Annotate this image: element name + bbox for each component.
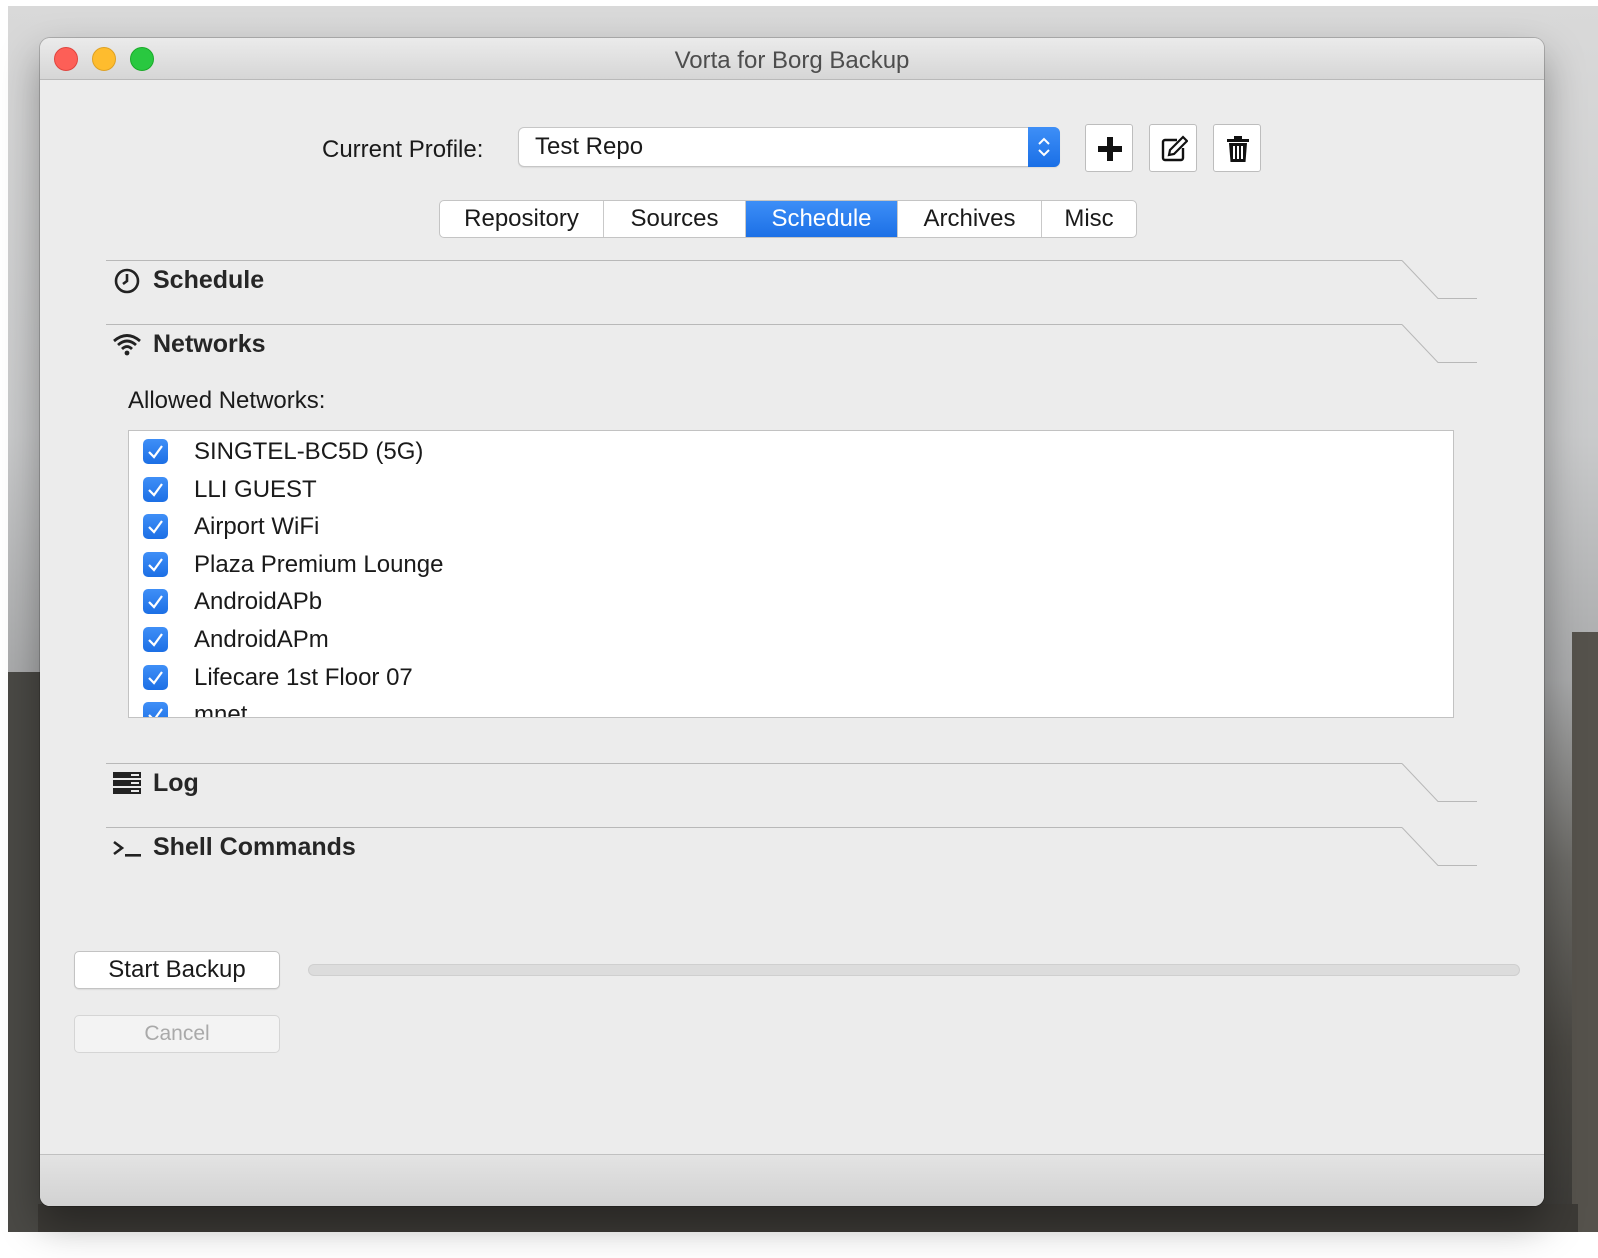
section-shell-commands-header[interactable]: Shell Commands <box>106 827 1478 869</box>
background-building <box>1572 632 1598 1232</box>
tab-sources[interactable]: Sources <box>604 201 746 237</box>
network-checkbox[interactable] <box>143 477 168 502</box>
section-corner-decoration <box>1401 260 1477 299</box>
section-networks-header[interactable]: Networks <box>106 324 1478 366</box>
network-name: LLI GUEST <box>194 476 317 503</box>
network-checkbox[interactable] <box>143 665 168 690</box>
network-checkbox[interactable] <box>143 514 168 539</box>
section-networks-label: Networks <box>153 330 266 358</box>
allowed-networks-label: Allowed Networks: <box>128 387 326 414</box>
trash-icon <box>1227 136 1249 162</box>
select-stepper-icon <box>1028 127 1060 167</box>
terminal-icon <box>113 840 141 857</box>
section-divider <box>106 260 1402 261</box>
app-window: Vorta for Borg Backup Current Profile: T… <box>40 38 1544 1206</box>
network-name: Lifecare 1st Floor 07 <box>194 664 413 691</box>
tab-repository[interactable]: Repository <box>440 201 604 237</box>
plus-icon <box>1098 137 1122 161</box>
checkmark-icon <box>148 445 163 459</box>
section-log-label: Log <box>153 769 199 797</box>
tab-archives[interactable]: Archives <box>898 201 1042 237</box>
current-profile-label: Current Profile: <box>322 136 484 163</box>
log-icon <box>113 772 141 794</box>
checkmark-icon <box>148 708 163 717</box>
section-schedule-header[interactable]: Schedule <box>106 260 1478 302</box>
start-backup-button[interactable]: Start Backup <box>74 951 280 989</box>
profile-select-value: Test Repo <box>535 133 644 160</box>
wifi-icon <box>113 334 141 356</box>
network-name: AndroidAPb <box>194 588 323 615</box>
network-checkbox[interactable] <box>143 552 168 577</box>
checkmark-icon <box>148 671 163 685</box>
main-tab-bar: Repository Sources Schedule Archives Mis… <box>439 200 1137 238</box>
checkmark-icon <box>148 633 163 647</box>
section-corner-decoration <box>1401 827 1477 866</box>
add-profile-button[interactable] <box>1085 124 1133 172</box>
status-bar <box>40 1154 1544 1206</box>
section-log-header[interactable]: Log <box>106 763 1478 805</box>
checkmark-icon <box>148 558 163 572</box>
network-name: SINGTEL-BC5D (5G) <box>194 438 424 465</box>
tab-misc[interactable]: Misc <box>1042 201 1136 237</box>
tab-schedule[interactable]: Schedule <box>746 201 898 237</box>
network-checkbox[interactable] <box>143 589 168 614</box>
window-title: Vorta for Borg Backup <box>674 47 910 74</box>
title-bar[interactable]: Vorta for Borg Backup <box>40 38 1544 80</box>
network-name: Airport WiFi <box>194 513 320 540</box>
network-name: mnet <box>194 701 248 718</box>
background-skyline <box>38 1204 1578 1232</box>
allowed-networks-list[interactable]: SINGTEL-BC5D (5G) LLI GUEST Airport WiFi… <box>128 430 1454 718</box>
network-name: Plaza Premium Lounge <box>194 551 444 578</box>
delete-profile-button[interactable] <box>1213 124 1261 172</box>
checkmark-icon <box>148 595 163 609</box>
section-corner-decoration <box>1401 324 1477 363</box>
network-name: AndroidAPm <box>194 626 329 653</box>
section-divider <box>106 763 1402 764</box>
checkmark-icon <box>148 520 163 534</box>
network-checkbox[interactable] <box>143 627 168 652</box>
network-checkbox[interactable] <box>143 439 168 464</box>
checkmark-icon <box>148 483 163 497</box>
section-divider <box>106 827 1402 828</box>
section-divider <box>106 324 1402 325</box>
profile-select[interactable]: Test Repo <box>518 127 1060 167</box>
edit-profile-button[interactable] <box>1149 124 1197 172</box>
backup-progress-bar <box>308 964 1520 976</box>
section-shell-commands-label: Shell Commands <box>153 833 356 861</box>
network-checkbox[interactable] <box>143 702 168 717</box>
cancel-button: Cancel <box>74 1015 280 1053</box>
section-corner-decoration <box>1401 763 1477 802</box>
edit-icon <box>1161 135 1188 162</box>
section-schedule-label: Schedule <box>153 266 265 294</box>
clock-icon <box>114 268 140 294</box>
background-building <box>8 672 42 1232</box>
